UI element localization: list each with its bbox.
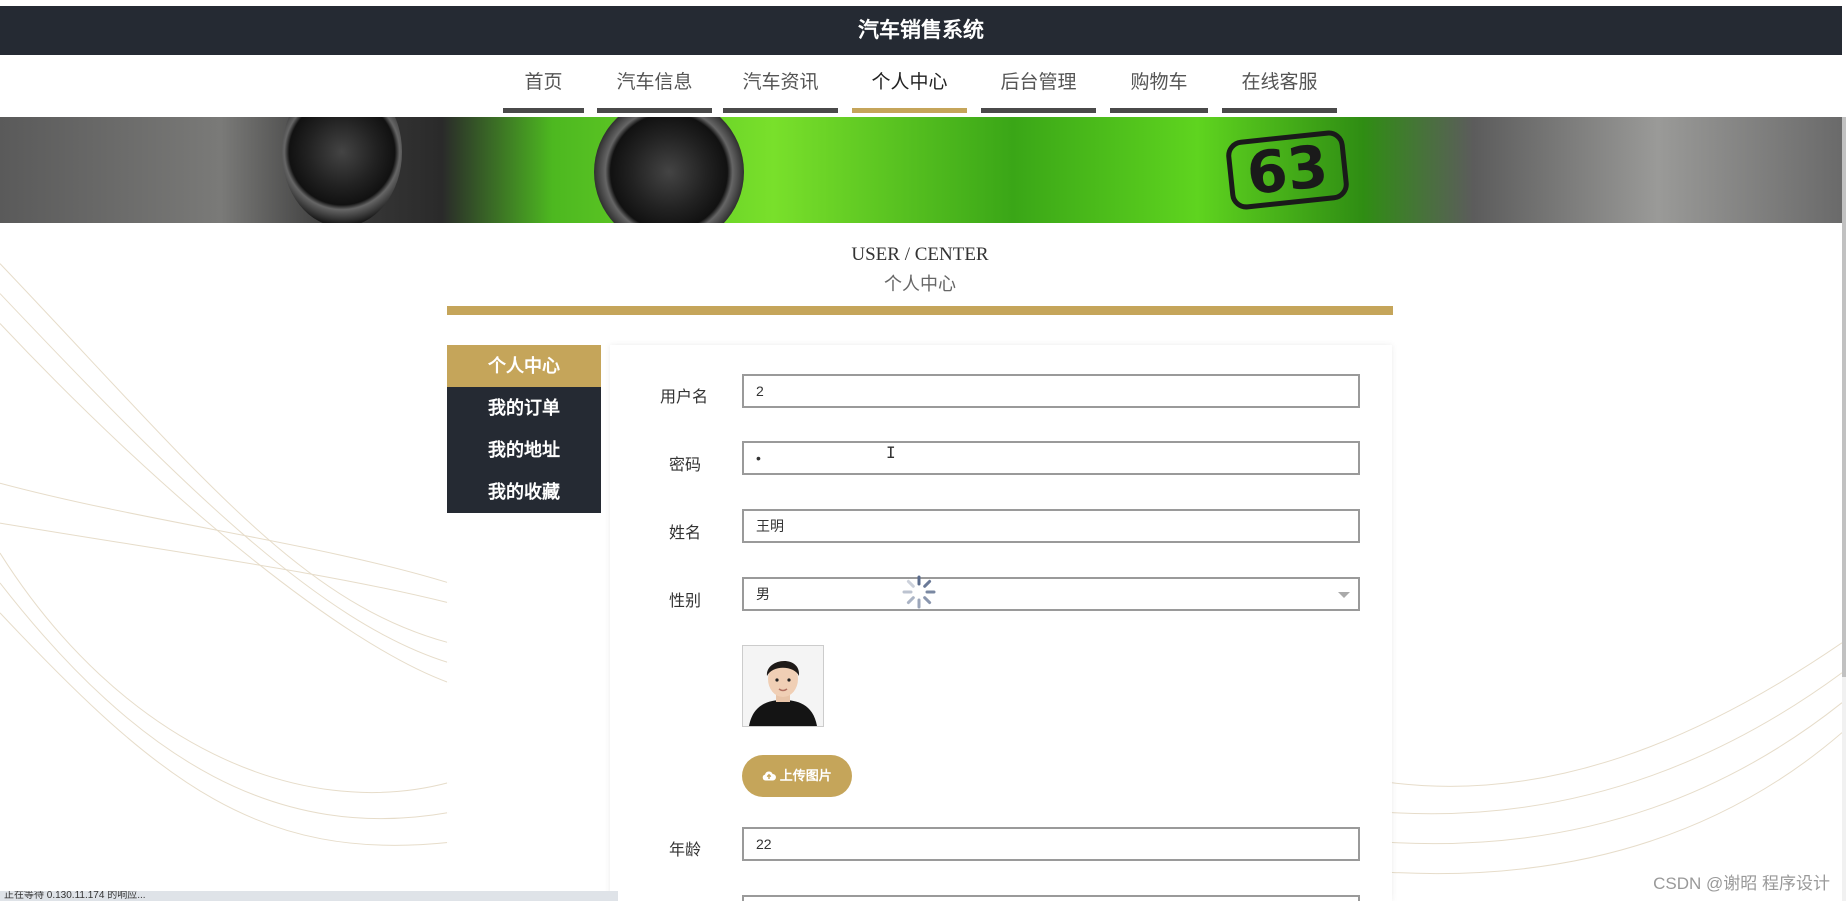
sidebar-item-favorites[interactable]: 我的收藏 (447, 471, 601, 513)
nav-item-user-center[interactable]: 个人中心 (852, 55, 967, 113)
next-field-input[interactable] (742, 895, 1360, 901)
password-label: 密码 (668, 457, 701, 474)
section-title-en: USER / CENTER (851, 244, 989, 265)
profile-form-panel (610, 345, 1392, 901)
browser-status-bar: 正在等待 0.130.11.174 的响应... (0, 891, 618, 901)
nav-item-car-news[interactable]: 汽车资讯 (723, 55, 838, 113)
name-input[interactable]: 王明 (742, 509, 1360, 543)
username-label: 用户名 (659, 389, 708, 406)
car-wheel-left (282, 117, 402, 223)
car-number-badge: 63 (1224, 128, 1351, 212)
age-label: 年龄 (668, 842, 701, 859)
section-divider (447, 306, 1393, 315)
spinner-icon (902, 575, 936, 609)
user-sidebar: 个人中心 我的订单 我的地址 我的收藏 (447, 345, 601, 901)
car-wheel-front (594, 117, 744, 223)
upload-image-label: 上传图片 (779, 768, 832, 783)
main-nav: 首页 汽车信息 汽车资讯 个人中心 后台管理 购物车 在线客服 (0, 55, 1842, 118)
name-label: 姓名 (668, 525, 701, 542)
chevron-down-icon (1338, 592, 1350, 598)
text-cursor-icon: I (886, 443, 896, 462)
nav-item-car-info[interactable]: 汽车信息 (597, 55, 712, 113)
hero-banner: 63 (0, 117, 1842, 223)
cloud-upload-icon (762, 771, 777, 781)
watermark: CSDN @谢昭 程序设计 (1653, 874, 1830, 893)
gender-select-value: 男 (756, 586, 770, 602)
nav-item-support[interactable]: 在线客服 (1222, 55, 1337, 113)
sidebar-item-orders[interactable]: 我的订单 (447, 387, 601, 429)
avatar (742, 645, 824, 727)
sidebar-item-user-center[interactable]: 个人中心 (447, 345, 601, 387)
gender-label: 性别 (668, 593, 701, 610)
nav-item-admin[interactable]: 后台管理 (981, 55, 1096, 113)
section-title-cn: 个人中心 (884, 274, 956, 294)
upload-image-button[interactable]: 上传图片 (742, 755, 852, 797)
gender-select[interactable]: 男 (742, 577, 1360, 611)
nav-item-home[interactable]: 首页 (503, 55, 584, 113)
app-title: 汽车销售系统 (858, 19, 984, 42)
username-input[interactable]: 2 (742, 374, 1360, 408)
sidebar-item-addresses[interactable]: 我的地址 (447, 429, 601, 471)
nav-item-cart[interactable]: 购物车 (1110, 55, 1208, 113)
password-input[interactable]: • (742, 441, 1360, 475)
page-scrollbar-thumb[interactable] (1842, 117, 1846, 677)
age-input[interactable]: 22 (742, 827, 1360, 861)
app-title-bar: 汽车销售系统 (0, 6, 1842, 55)
